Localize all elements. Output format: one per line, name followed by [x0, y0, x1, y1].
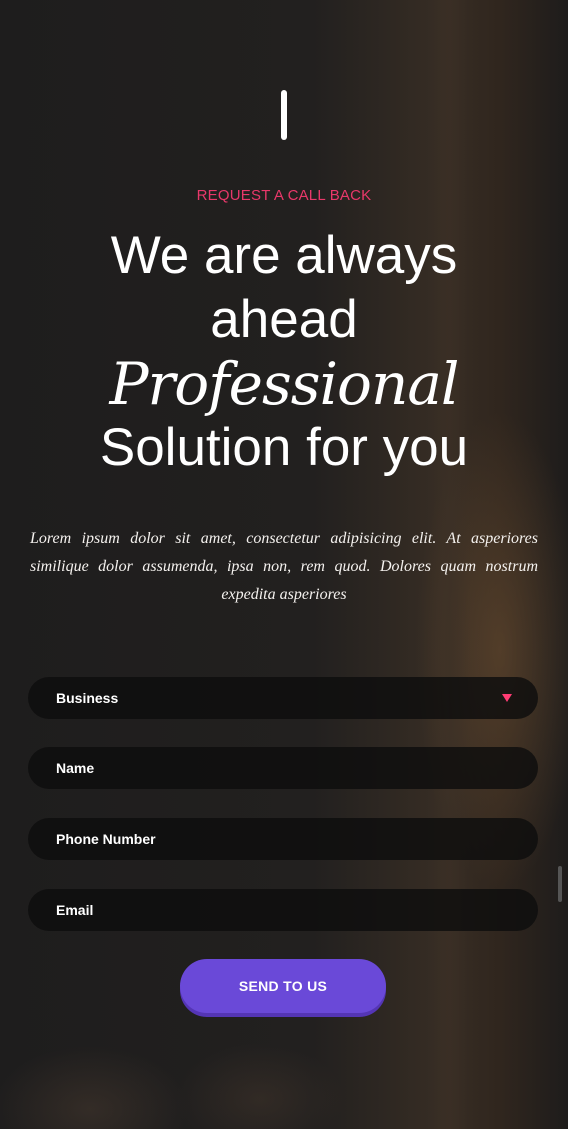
headline-italic: Professional: [109, 350, 460, 418]
name-field[interactable]: Name: [28, 747, 538, 789]
call-back-section: REQUEST A CALL BACK We are always ahead …: [0, 0, 568, 1129]
section-description: Lorem ipsum dolor sit amet, consectetur …: [30, 530, 538, 603]
headline-line-4: Solution for you: [99, 418, 469, 477]
scrollbar-thumb[interactable]: [558, 866, 562, 902]
text-cursor-icon: [281, 90, 287, 140]
headline-line-2: ahead: [210, 290, 358, 349]
phone-field[interactable]: Phone Number: [28, 818, 538, 860]
section-eyebrow: REQUEST A CALL BACK: [196, 187, 372, 204]
headline-line-1: We are always: [110, 226, 458, 285]
name-field-placeholder: Name: [56, 760, 95, 776]
send-button[interactable]: SEND TO US: [180, 959, 386, 1013]
business-select[interactable]: Business: [28, 677, 538, 719]
email-field[interactable]: Email: [28, 889, 538, 931]
business-select-value: Business: [56, 690, 119, 706]
page-title: We are always ahead Professional Solutio…: [0, 224, 568, 480]
phone-field-placeholder: Phone Number: [56, 831, 156, 847]
caret-down-icon[interactable]: [502, 694, 512, 702]
email-field-placeholder: Email: [56, 902, 94, 918]
